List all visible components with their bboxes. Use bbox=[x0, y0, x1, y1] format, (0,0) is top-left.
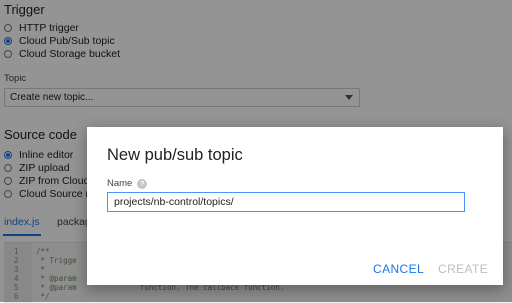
topic-name-input[interactable] bbox=[107, 192, 465, 212]
dialog-title: New pub/sub topic bbox=[107, 146, 243, 164]
new-topic-dialog: New pub/sub topic Name ? CANCEL CREATE bbox=[87, 127, 503, 285]
create-button[interactable]: CREATE bbox=[438, 262, 488, 276]
cancel-button[interactable]: CANCEL bbox=[373, 262, 424, 276]
name-field-label: Name ? bbox=[107, 178, 148, 189]
name-label-text: Name bbox=[107, 178, 133, 189]
help-icon[interactable]: ? bbox=[137, 178, 148, 189]
